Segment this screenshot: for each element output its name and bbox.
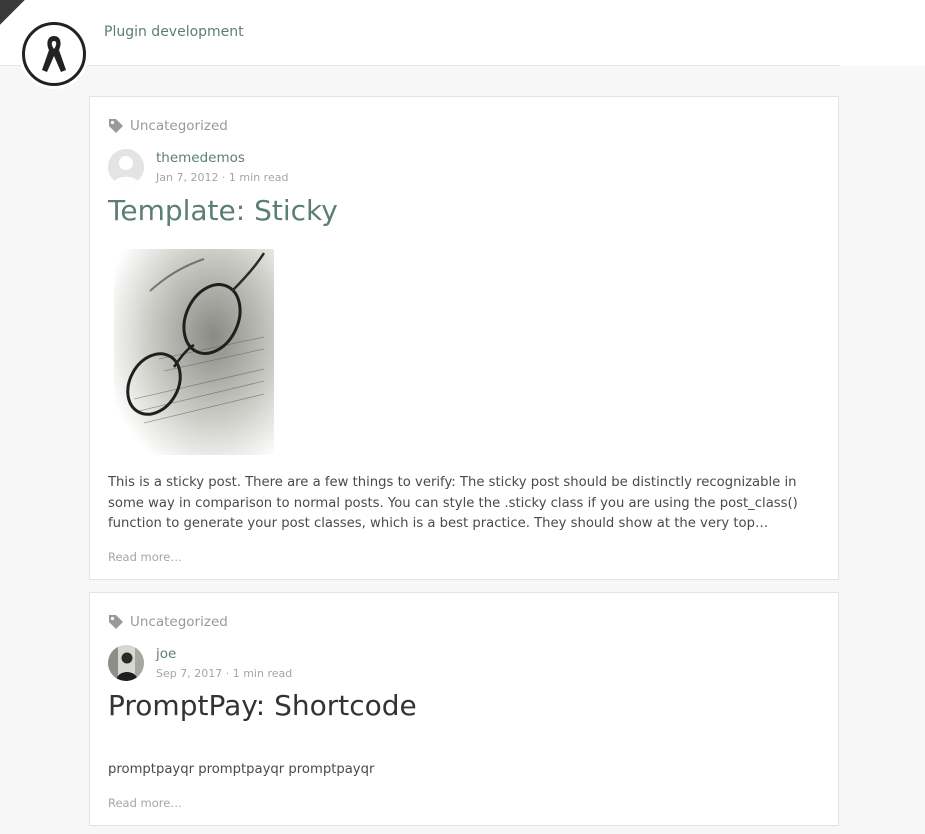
header-extension — [840, 0, 925, 66]
author-name[interactable]: themedemos — [156, 150, 245, 166]
read-more-link[interactable]: Read more… — [108, 550, 182, 564]
post-meta: Jan 7, 2012 · 1 min read — [156, 171, 289, 184]
site-header: Plugin development — [0, 0, 840, 66]
post-excerpt: This is a sticky post. There are a few t… — [108, 475, 798, 531]
post-title[interactable]: Template: Sticky — [108, 194, 338, 227]
post-excerpt: promptpayqr promptpayqr promptpayqr — [108, 762, 375, 777]
post-card: Uncategorized themedemos Jan 7, 2012 · 1… — [89, 96, 839, 580]
avatar[interactable] — [108, 149, 144, 185]
read-more-link[interactable]: Read more… — [108, 796, 182, 810]
tag-icon — [108, 118, 124, 134]
post-title[interactable]: PromptPay: Shortcode — [108, 689, 417, 722]
post-card: Uncategorized joe Sep 7, 2017 · 1 min re… — [89, 592, 839, 826]
post-category[interactable]: Uncategorized — [108, 614, 228, 630]
post-meta: Sep 7, 2017 · 1 min read — [156, 667, 293, 680]
awareness-ribbon-icon — [22, 22, 86, 86]
category-label[interactable]: Uncategorized — [130, 118, 228, 134]
author-name[interactable]: joe — [156, 646, 176, 662]
nav-link-plugin-development[interactable]: Plugin development — [104, 24, 244, 40]
avatar[interactable] — [108, 645, 144, 681]
tag-icon — [108, 614, 124, 630]
category-label[interactable]: Uncategorized — [130, 614, 228, 630]
post-thumbnail[interactable] — [114, 249, 274, 455]
post-category[interactable]: Uncategorized — [108, 118, 228, 134]
